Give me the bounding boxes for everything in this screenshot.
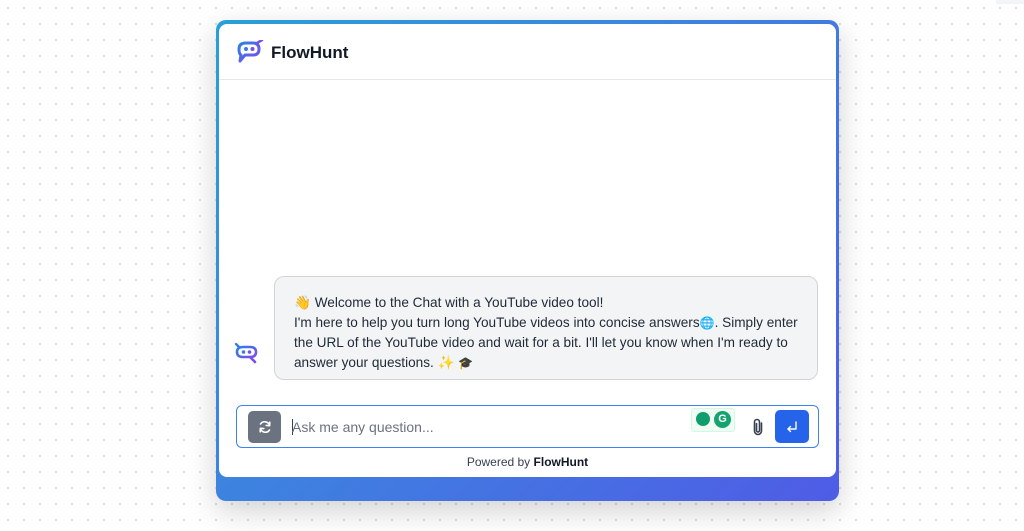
graduation-hat-emoji: 🎓 <box>458 355 474 370</box>
chat-header: FlowHunt <box>219 24 836 80</box>
refresh-icon <box>258 420 271 434</box>
powered-by-brand-link[interactable]: FlowHunt <box>534 455 589 469</box>
corner-decoration <box>996 0 1024 4</box>
welcome-body-text-1: I'm here to help you turn long YouTube v… <box>294 314 700 330</box>
brand-name: FlowHunt <box>271 43 349 62</box>
extension-lightbulb-icon[interactable] <box>696 412 710 426</box>
browser-extension-icons[interactable]: G <box>691 408 735 432</box>
grammarly-icon[interactable]: G <box>714 411 731 428</box>
powered-by-prefix: Powered by <box>466 455 531 469</box>
welcome-message-bubble: 👋 Welcome to the Chat with a YouTube vid… <box>274 276 818 380</box>
reset-chat-button[interactable] <box>248 411 281 443</box>
chat-panel: FlowHunt 👋 Welcome to the Chat with a Yo… <box>219 24 836 477</box>
enter-return-icon <box>787 420 797 432</box>
send-button[interactable] <box>775 410 809 443</box>
flowhunt-bot-icon <box>234 343 258 364</box>
welcome-body: I'm here to help you turn long YouTube v… <box>294 313 799 374</box>
paperclip-icon[interactable] <box>751 417 765 437</box>
chat-input-bar: G <box>236 405 819 448</box>
flowhunt-logo-icon <box>237 40 264 63</box>
welcome-line: 👋 Welcome to the Chat with a YouTube vid… <box>294 295 604 310</box>
globe-emoji: 🌐 <box>699 315 715 330</box>
powered-by-footer: Powered by FlowHunt <box>219 455 836 469</box>
question-input[interactable] <box>292 413 682 441</box>
